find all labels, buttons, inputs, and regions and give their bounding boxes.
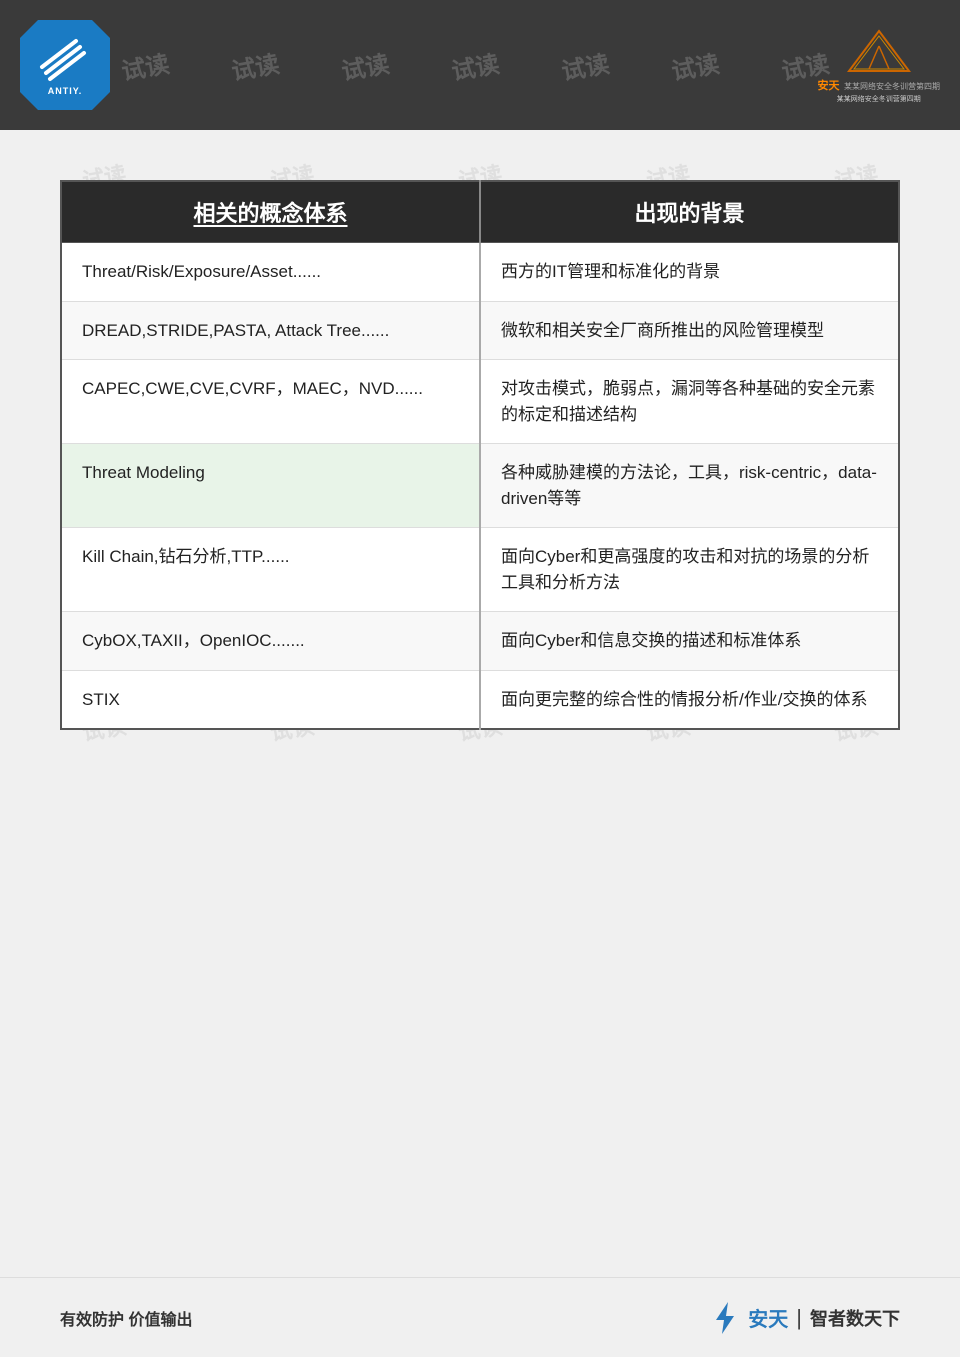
header: ANTIY. 试读 试读 试读 试读 试读 试读 试读 安天 某某网络安全冬训营…: [0, 0, 960, 130]
lightning-icon: [710, 1300, 740, 1336]
right-brand-antiy: 安天: [818, 80, 840, 92]
table-row: Threat Modeling各种威胁建模的方法论，工具，risk-centri…: [61, 444, 899, 528]
header-wm-3: 试读: [338, 44, 391, 87]
table-row: CybOX,TAXII，OpenIOC.......面向Cyber和信息交换的描…: [61, 612, 899, 671]
table-header: 相关的概念体系 出现的背景: [61, 181, 899, 243]
concepts-table: 相关的概念体系 出现的背景 Threat/Risk/Exposure/Asset…: [60, 180, 900, 730]
header-wm-4: 试读: [448, 44, 501, 87]
table-cell-col1-6: STIX: [61, 670, 480, 729]
footer: 有效防护 价值输出 安天 | 智者数天下: [0, 1277, 960, 1357]
table-cell-col2-5: 面向Cyber和信息交换的描述和标准体系: [480, 612, 899, 671]
table-cell-col2-4: 面向Cyber和更高强度的攻击和对抗的场景的分析工具和分析方法: [480, 528, 899, 612]
table-cell-col1-2: CAPEC,CWE,CVE,CVRF，MAEC，NVD......: [61, 360, 480, 444]
logo-svg: [38, 35, 93, 90]
table-row: Kill Chain,钻石分析,TTP......面向Cyber和更高强度的攻击…: [61, 528, 899, 612]
footer-brand-sub: 智者数天下: [810, 1305, 900, 1331]
table-cell-col2-1: 微软和相关安全厂商所推出的风险管理模型: [480, 301, 899, 360]
table-cell-col1-4: Kill Chain,钻石分析,TTP......: [61, 528, 480, 612]
table-cell-col2-0: 西方的IT管理和标准化的背景: [480, 243, 899, 302]
table-cell-col1-0: Threat/Risk/Exposure/Asset......: [61, 243, 480, 302]
table-row: CAPEC,CWE,CVE,CVRF，MAEC，NVD......对攻击模式，脆…: [61, 360, 899, 444]
header-wm-1: 试读: [118, 44, 171, 87]
footer-brand-area: 安天 | 智者数天下: [710, 1300, 900, 1336]
logo-label: ANTIY.: [48, 86, 83, 96]
table-cell-col1-3: Threat Modeling: [61, 444, 480, 528]
table-cell-col1-5: CybOX,TAXII，OpenIOC.......: [61, 612, 480, 671]
footer-antiy-text: 安天: [748, 1309, 788, 1331]
right-brand-sub: 某某网络安全冬训营第四期: [844, 82, 940, 91]
header-wm-5: 试读: [558, 44, 611, 87]
main-content: 相关的概念体系 出现的背景 Threat/Risk/Exposure/Asset…: [0, 130, 960, 760]
table-row: DREAD,STRIDE,PASTA, Attack Tree......微软和…: [61, 301, 899, 360]
header-watermarks: 试读 试读 试读 试读 试读 试读 试读: [90, 0, 860, 130]
table-cell-col2-2: 对攻击模式，脆弱点，漏洞等各种基础的安全元素的标定和描述结构: [480, 360, 899, 444]
col1-header: 相关的概念体系: [61, 181, 480, 243]
antiy-logo: ANTIY.: [20, 20, 110, 110]
footer-tagline: 有效防护 价值输出: [60, 1306, 192, 1330]
table-row: Threat/Risk/Exposure/Asset......西方的IT管理和…: [61, 243, 899, 302]
table-cell-col2-3: 各种威胁建模的方法论，工具，risk-centric，data-driven等等: [480, 444, 899, 528]
header-wm-2: 试读: [228, 44, 281, 87]
header-sub-text: 某某网络安全冬训营第四期: [837, 94, 921, 104]
footer-brand-divider: |: [796, 1305, 802, 1331]
right-logo-svg: [839, 26, 919, 81]
header-right-logo: 安天 某某网络安全冬训营第四期 某某网络安全冬训营第四期: [818, 26, 940, 104]
table-cell-col1-1: DREAD,STRIDE,PASTA, Attack Tree......: [61, 301, 480, 360]
table-cell-col2-6: 面向更完整的综合性的情报分析/作业/交换的体系: [480, 670, 899, 729]
col2-header: 出现的背景: [480, 181, 899, 243]
table-row: STIX面向更完整的综合性的情报分析/作业/交换的体系: [61, 670, 899, 729]
footer-brand-main: 安天: [748, 1303, 788, 1332]
header-wm-6: 试读: [668, 44, 721, 87]
table-body: Threat/Risk/Exposure/Asset......西方的IT管理和…: [61, 243, 899, 730]
